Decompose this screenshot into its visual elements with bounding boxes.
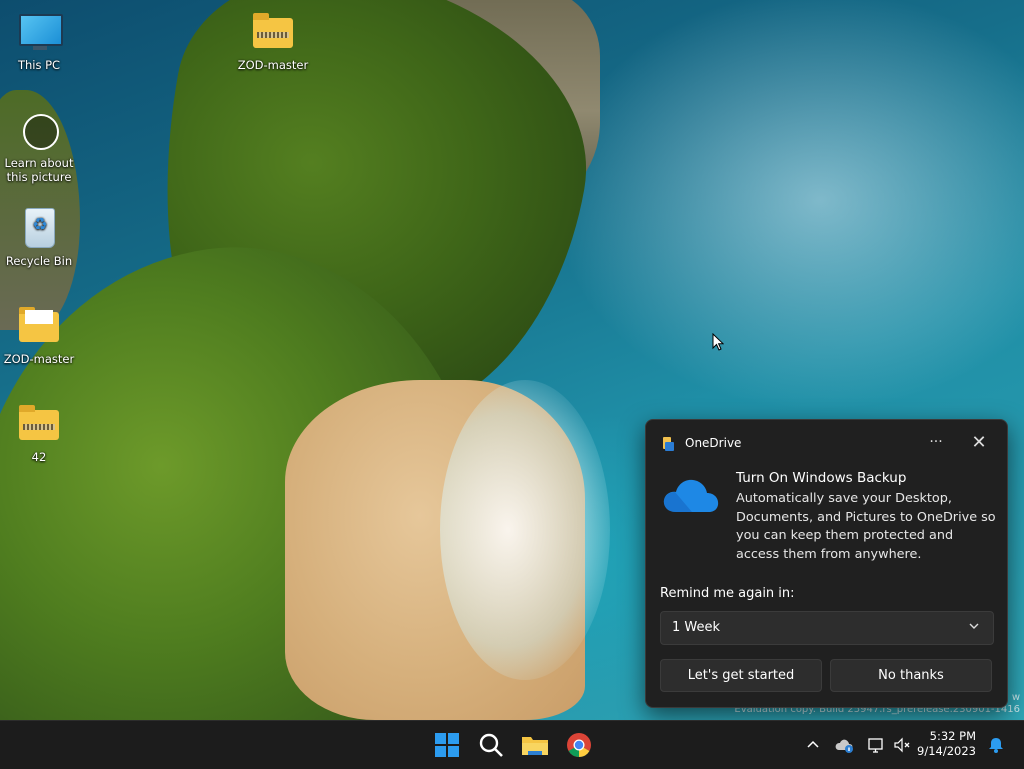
file-explorer-icon[interactable] xyxy=(519,729,551,761)
no-thanks-button[interactable]: No thanks xyxy=(830,659,992,692)
clock-time: 5:32 PM xyxy=(929,729,976,743)
notification-bell-icon[interactable] xyxy=(986,735,1006,755)
desktop-icon-42[interactable]: 42 xyxy=(1,402,77,464)
onedrive-notification: OneDrive ··· ✕ Turn On Windows Backup Au… xyxy=(645,419,1008,708)
network-icon[interactable] xyxy=(866,735,886,755)
more-options-button[interactable]: ··· xyxy=(923,432,949,454)
desktop-icon-label: ZOD-master xyxy=(237,58,309,72)
desktop-icon-zod-master-folder[interactable]: ZOD-master xyxy=(1,304,77,366)
taskbar: 5:32 PM 9/14/2023 xyxy=(0,720,1024,769)
notification-header: OneDrive ··· ✕ xyxy=(662,432,995,454)
chrome-icon[interactable] xyxy=(563,729,595,761)
windows-logo-icon[interactable] xyxy=(431,729,463,761)
onedrive-tray-icon[interactable] xyxy=(834,735,854,755)
volume-muted-icon[interactable] xyxy=(892,735,912,755)
remind-interval-dropdown[interactable]: 1 Week xyxy=(660,611,994,645)
onedrive-app-icon xyxy=(663,437,674,451)
learn-about-picture-icon xyxy=(17,108,61,152)
notification-app-name: OneDrive xyxy=(685,436,742,450)
desktop-icon-label: Recycle Bin xyxy=(5,254,73,268)
show-hidden-icons-chevron-icon[interactable] xyxy=(803,735,823,755)
desktop-icon-label: This PC xyxy=(17,58,61,72)
desktop-icon-label: 42 xyxy=(31,450,47,464)
system-clock[interactable]: 5:32 PM 9/14/2023 xyxy=(917,729,976,759)
remind-label: Remind me again in: xyxy=(660,586,795,601)
onedrive-cloud-icon xyxy=(663,479,719,512)
clock-date: 9/14/2023 xyxy=(917,744,976,758)
desktop-icon-label: ZOD-master xyxy=(3,352,75,366)
zip-folder-icon xyxy=(251,10,295,54)
desktop-icon-recycle-bin[interactable]: ♻ Recycle Bin xyxy=(1,206,77,268)
mouse-cursor-icon xyxy=(712,333,724,351)
notification-body: Automatically save your Desktop, Documen… xyxy=(736,491,996,562)
folder-icon xyxy=(17,304,61,348)
desktop-icon-learn-about-picture[interactable]: Learn about this picture xyxy=(1,108,77,184)
notification-title: Turn On Windows Backup xyxy=(736,470,907,486)
close-notification-button[interactable]: ✕ xyxy=(967,432,991,454)
desktop-icon-zod-master-zip[interactable]: ZOD-master xyxy=(235,10,311,72)
desktop-icon-label: Learn about this picture xyxy=(4,156,74,184)
chevron-down-icon xyxy=(969,623,979,629)
remind-interval-value: 1 Week xyxy=(672,620,721,635)
lets-get-started-button[interactable]: Let's get started xyxy=(660,659,822,692)
zip-folder-icon xyxy=(17,402,61,446)
recycle-bin-icon: ♻ xyxy=(17,206,61,250)
search-icon[interactable] xyxy=(475,729,507,761)
desktop-icon-this-pc[interactable]: This PC xyxy=(1,10,77,72)
this-pc-icon xyxy=(17,10,63,54)
